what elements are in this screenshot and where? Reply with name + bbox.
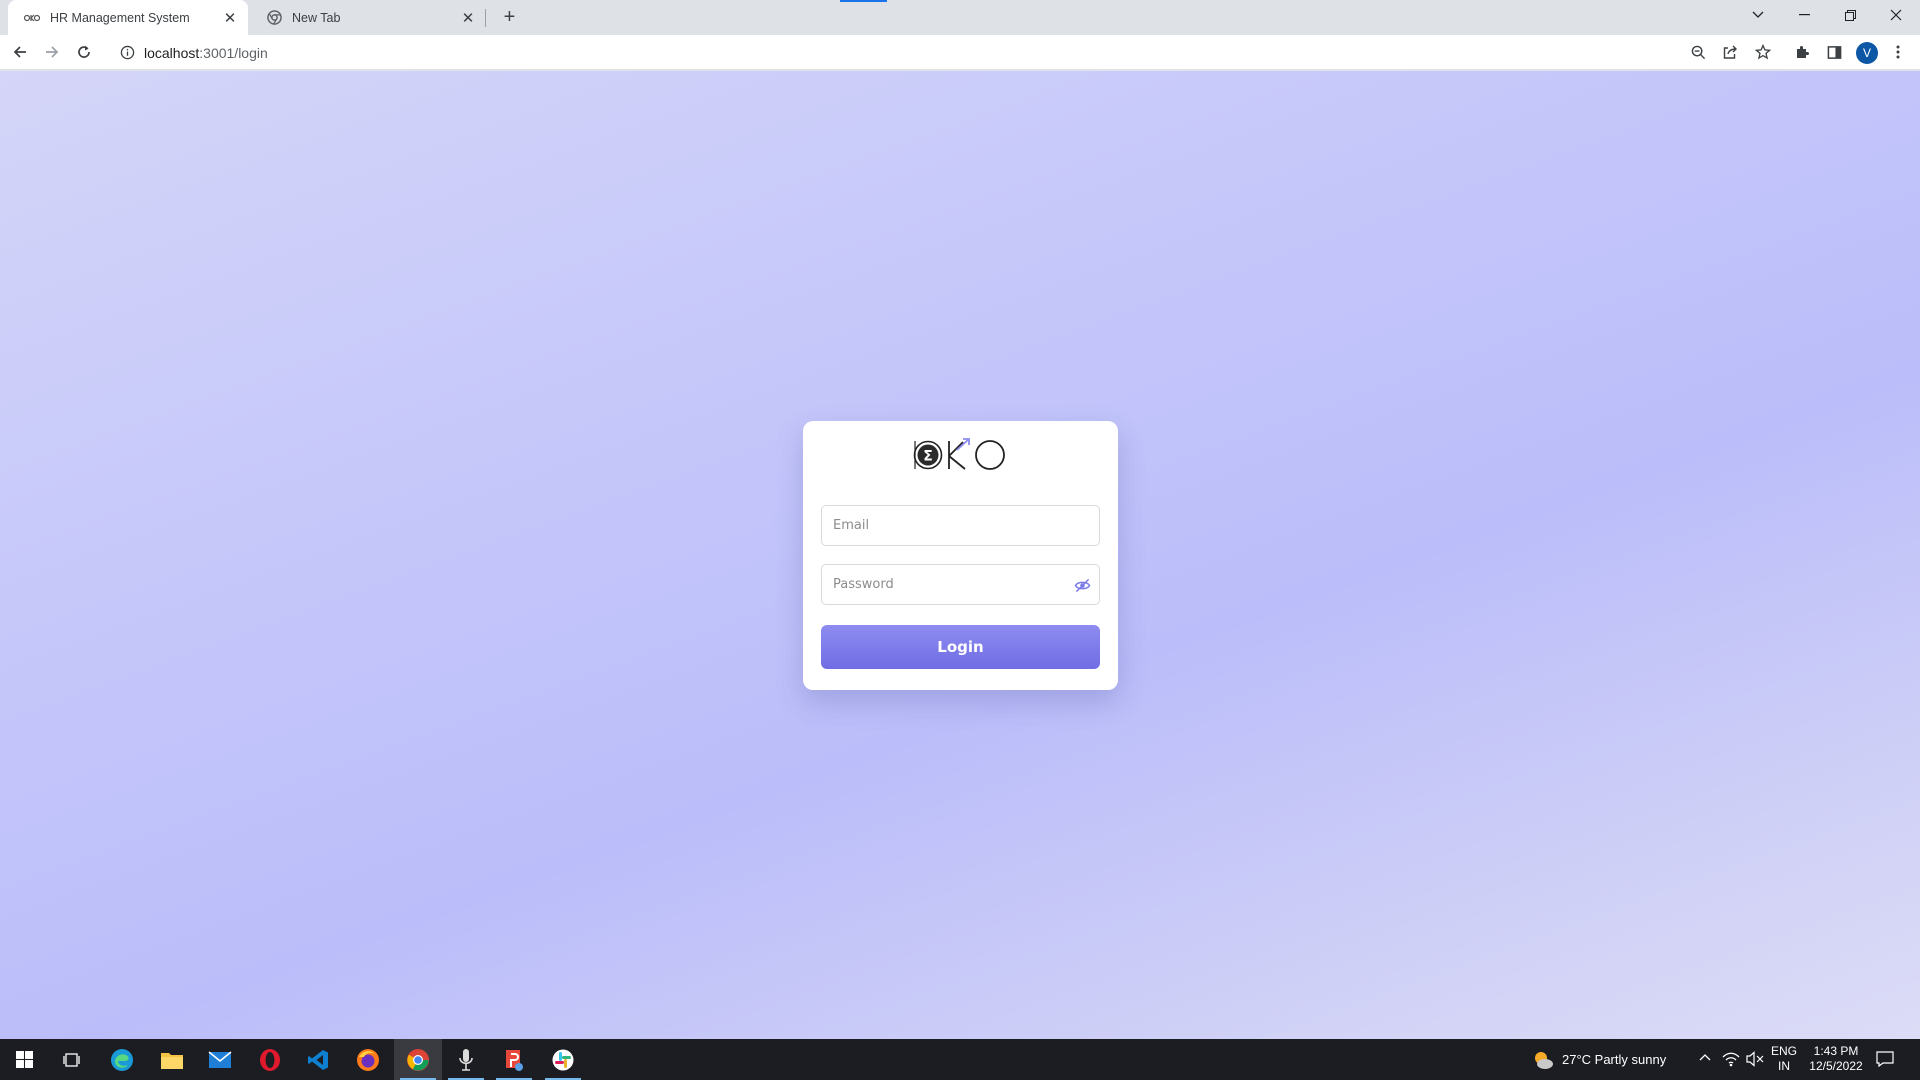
weather-icon[interactable] xyxy=(1532,1049,1554,1071)
browser-menu-icon[interactable] xyxy=(1884,38,1912,66)
url-text: localhost:3001/login xyxy=(144,45,268,61)
svg-text:Σ: Σ xyxy=(923,449,933,465)
login-page: Σ Login xyxy=(0,71,1920,1039)
weather-text[interactable]: 27°C Partly sunny xyxy=(1562,1052,1666,1067)
file-explorer-icon[interactable] xyxy=(148,1039,196,1080)
bookmark-star-icon[interactable] xyxy=(1749,38,1777,66)
close-tab-icon[interactable]: ✕ xyxy=(222,10,238,27)
chrome-icon[interactable] xyxy=(394,1039,442,1080)
tab-separator xyxy=(485,9,486,27)
windows-start-icon[interactable] xyxy=(0,1039,48,1080)
forward-button[interactable] xyxy=(38,38,66,66)
password-input[interactable] xyxy=(822,565,1099,604)
email-field-wrapper xyxy=(821,505,1100,546)
login-card: Σ Login xyxy=(803,421,1118,690)
email-input[interactable] xyxy=(822,506,1099,545)
minimize-button[interactable] xyxy=(1782,0,1826,30)
back-button[interactable] xyxy=(6,38,34,66)
profile-avatar[interactable]: V xyxy=(1856,42,1878,64)
language-code: ENG xyxy=(1770,1044,1797,1058)
browser-tab-strip: HR Management System ✕ New Tab ✕ + xyxy=(0,0,1920,35)
share-icon[interactable] xyxy=(1716,38,1744,66)
tab-hr-management[interactable]: HR Management System ✕ xyxy=(8,0,248,35)
close-window-button[interactable] xyxy=(1874,0,1918,30)
restore-button[interactable] xyxy=(1828,0,1872,30)
language-indicator[interactable]: ENG IN xyxy=(1770,1044,1798,1074)
tab-search-icon[interactable] xyxy=(1736,0,1780,30)
reload-button[interactable] xyxy=(70,38,98,66)
vscode-icon[interactable] xyxy=(294,1039,342,1080)
chrome-icon xyxy=(266,10,282,26)
address-bar[interactable]: localhost:3001/login xyxy=(108,39,1766,66)
notifications-icon[interactable] xyxy=(1876,1051,1894,1068)
url-host: localhost xyxy=(144,44,200,61)
extensions-icon[interactable] xyxy=(1788,38,1816,66)
browser-toolbar: localhost:3001/login V xyxy=(0,35,1920,70)
clock-time: 1:43 PM xyxy=(1813,1044,1859,1058)
network-icon[interactable] xyxy=(1722,1051,1740,1067)
password-field-wrapper xyxy=(821,564,1100,605)
slack-icon[interactable] xyxy=(539,1039,587,1080)
tab-loading-indicator xyxy=(840,0,887,2)
app-icon[interactable] xyxy=(490,1039,538,1080)
clock[interactable]: 1:43 PM 12/5/2022 xyxy=(1806,1044,1866,1074)
zoom-icon[interactable] xyxy=(1684,38,1712,66)
mail-icon[interactable] xyxy=(196,1039,244,1080)
tab-new-tab[interactable]: New Tab ✕ xyxy=(250,0,486,35)
tab-title: New Tab xyxy=(292,10,341,25)
language-region: IN xyxy=(1778,1059,1790,1073)
login-button[interactable]: Login xyxy=(821,625,1100,669)
site-info-icon[interactable] xyxy=(118,44,136,62)
oko-logo: Σ xyxy=(911,435,1011,475)
chevron-up-icon[interactable] xyxy=(1698,1051,1714,1067)
volume-muted-icon[interactable] xyxy=(1746,1051,1764,1067)
windows-taskbar: 27°C Partly sunny ENG IN 1:43 PM 12/5/20… xyxy=(0,1039,1920,1080)
clock-date: 12/5/2022 xyxy=(1809,1059,1863,1073)
task-view-icon[interactable] xyxy=(48,1039,96,1080)
firefox-icon[interactable] xyxy=(344,1039,392,1080)
edge-icon[interactable] xyxy=(98,1039,146,1080)
new-tab-button[interactable]: + xyxy=(497,5,522,30)
close-tab-icon[interactable]: ✕ xyxy=(460,10,476,27)
side-panel-icon[interactable] xyxy=(1820,38,1848,66)
opera-icon[interactable] xyxy=(246,1039,294,1080)
hide-password-icon[interactable] xyxy=(1072,576,1092,594)
microphone-app-icon[interactable] xyxy=(442,1039,490,1080)
url-path: :3001/login xyxy=(199,44,268,61)
tab-title: HR Management System xyxy=(50,10,190,25)
oko-logo-icon xyxy=(24,10,40,26)
